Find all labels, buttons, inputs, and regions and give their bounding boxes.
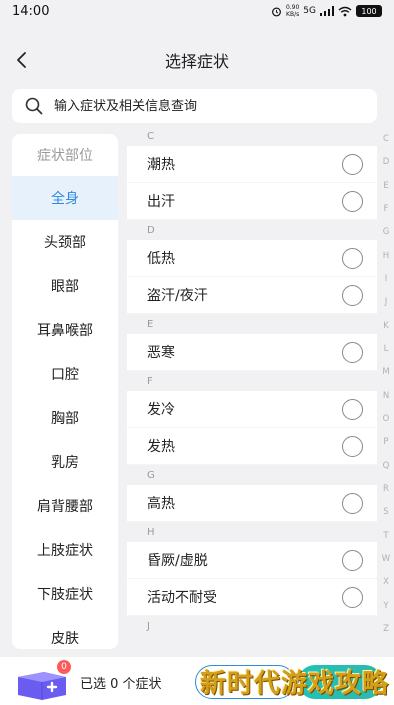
symptom-row[interactable]: 发热	[127, 428, 377, 465]
letter-section-header: E	[127, 314, 377, 334]
selected-count-badge: 0	[57, 660, 71, 674]
search-bar[interactable]	[12, 89, 377, 123]
index-letter[interactable]: O	[383, 414, 390, 424]
body-part-sidebar: 症状部位 全身 头颈部 眼部 耳鼻喉部 口腔 胸部 乳房 肩背腰部 上肢症状 下肢症状 皮肤	[12, 134, 118, 649]
confirm-button[interactable]	[298, 665, 382, 699]
status-bar: 14:00 0.90 KB/s 5G 100	[0, 0, 394, 22]
index-letter[interactable]: Q	[383, 461, 390, 471]
sidebar-item[interactable]: 眼部	[12, 264, 118, 308]
symptom-row[interactable]: 恶寒	[127, 334, 377, 371]
symptom-row[interactable]: 低热	[127, 240, 377, 277]
letter-section-header: H	[127, 522, 377, 542]
sidebar-item[interactable]: 乳房	[12, 440, 118, 484]
index-letter[interactable]: E	[383, 181, 388, 191]
index-letter[interactable]: X	[383, 577, 389, 587]
index-letter[interactable]: K	[383, 321, 389, 331]
network-speed: 0.90 KB/s	[285, 4, 300, 18]
bottom-bar: 0 已选 0 个症状	[0, 657, 394, 705]
index-letter[interactable]: C	[383, 134, 389, 144]
index-letter[interactable]: S	[383, 507, 388, 517]
symptom-row[interactable]: 昏厥/虚脱	[127, 542, 377, 579]
letter-section-header: C	[127, 126, 377, 146]
signal-icon	[320, 6, 334, 16]
index-letter[interactable]: J	[385, 297, 388, 307]
symptom-radio[interactable]	[342, 153, 363, 175]
symptom-row[interactable]: 高热	[127, 485, 377, 522]
status-time: 14:00	[12, 3, 50, 19]
symptom-row[interactable]: 盗汗/夜汗	[127, 277, 377, 314]
index-letter[interactable]: Y	[383, 601, 388, 611]
symptom-radio[interactable]	[342, 435, 363, 457]
symptom-row[interactable]: 发冷	[127, 391, 377, 428]
sidebar-header: 症状部位	[37, 148, 93, 164]
index-letter[interactable]: I	[385, 274, 388, 284]
symptom-label: 昏厥/虚脱	[147, 553, 208, 569]
symptom-label: 高热	[147, 496, 175, 512]
symptom-radio[interactable]	[342, 341, 363, 363]
symptom-radio[interactable]	[342, 398, 363, 420]
symptom-label: 出汗	[147, 194, 175, 210]
page-title: 选择症状	[164, 52, 229, 71]
wifi-icon	[338, 6, 352, 16]
letter-section-header: J	[127, 616, 377, 636]
nav-bar: 选择症状	[0, 40, 394, 80]
search-input[interactable]	[54, 98, 377, 114]
symptom-label: 低热	[147, 251, 175, 267]
symptom-label: 发热	[147, 439, 175, 455]
sidebar-item[interactable]: 下肢症状	[12, 572, 118, 616]
symptom-label: 活动不耐受	[147, 590, 217, 606]
alarm-icon	[271, 7, 281, 16]
network-type: 5G	[303, 6, 316, 16]
index-letter[interactable]: F	[384, 204, 389, 214]
index-letter[interactable]: H	[383, 251, 389, 261]
sidebar-item[interactable]: 上肢症状	[12, 528, 118, 572]
symptom-label: 盗汗/夜汗	[147, 288, 208, 304]
index-letter[interactable]: D	[383, 157, 390, 167]
sidebar-item[interactable]: 胸部	[12, 396, 118, 440]
index-letter[interactable]: L	[384, 344, 389, 354]
back-button[interactable]	[8, 46, 36, 74]
sidebar-item[interactable]: 全身	[12, 176, 118, 220]
symptom-radio[interactable]	[342, 549, 363, 571]
alphabet-index[interactable]: C D E F G H I J K L M N O P Q R S T W X Y Z	[380, 134, 392, 634]
symptom-row[interactable]: 潮热	[127, 146, 377, 183]
selected-count-text: 已选 0 个症状	[80, 677, 162, 692]
sidebar-item[interactable]: 耳鼻喉部	[12, 308, 118, 352]
search-icon	[24, 96, 44, 116]
sidebar-item[interactable]: 肩背腰部	[12, 484, 118, 528]
battery-level: 100	[361, 6, 377, 16]
index-letter[interactable]: Z	[383, 624, 389, 634]
symptom-row[interactable]: 活动不耐受	[127, 579, 377, 616]
symptom-radio[interactable]	[342, 492, 363, 514]
symptom-label: 恶寒	[147, 345, 175, 361]
index-letter[interactable]: M	[382, 367, 389, 377]
symptom-label: 发冷	[147, 402, 175, 418]
symptom-label: 潮热	[147, 157, 175, 173]
sidebar-item[interactable]: 皮肤	[12, 616, 118, 649]
index-letter[interactable]: P	[383, 437, 388, 447]
index-letter[interactable]: W	[382, 554, 390, 564]
letter-section-header: G	[127, 465, 377, 485]
index-letter[interactable]: T	[383, 531, 388, 541]
index-letter[interactable]: R	[383, 484, 389, 494]
battery-icon: 100	[356, 5, 382, 17]
index-letter[interactable]: G	[383, 227, 390, 237]
letter-section-header: F	[127, 371, 377, 391]
sidebar-item[interactable]: 口腔	[12, 352, 118, 396]
symptom-list[interactable]: C 潮热出汗 D 低热盗汗/夜汗 E 恶寒 F 发冷发热 G 高热 H 昏厥/虚脱活动不耐受 J	[127, 126, 377, 649]
letter-section-header: D	[127, 220, 377, 240]
sidebar-item[interactable]: 头颈部	[12, 220, 118, 264]
symptom-radio[interactable]	[342, 586, 363, 608]
symptom-radio[interactable]	[342, 190, 363, 212]
status-icons: 0.90 KB/s 5G 100	[271, 4, 382, 18]
chevron-left-icon	[17, 52, 26, 68]
secondary-button[interactable]	[195, 665, 295, 699]
index-letter[interactable]: N	[383, 391, 389, 401]
symptom-radio[interactable]	[342, 284, 363, 306]
symptom-radio[interactable]	[342, 247, 363, 269]
symptom-row[interactable]: 出汗	[127, 183, 377, 220]
